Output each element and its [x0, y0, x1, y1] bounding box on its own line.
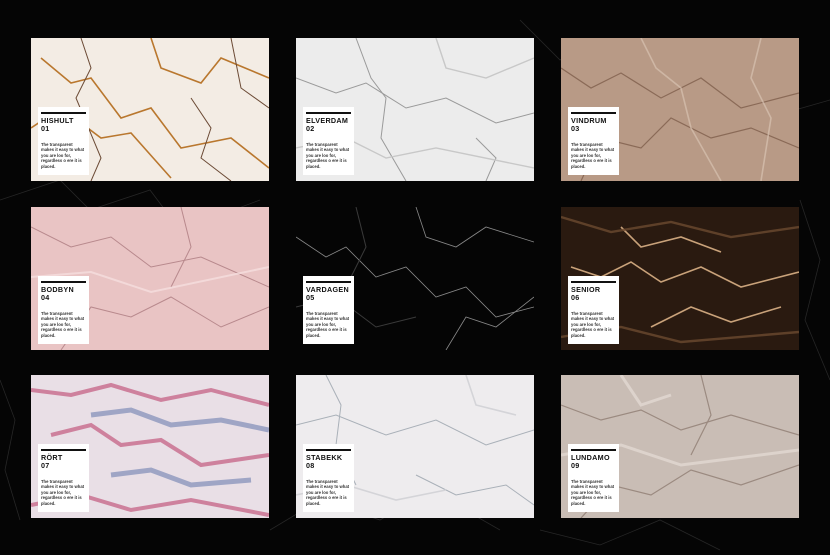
swatch-number: 06 — [571, 293, 580, 302]
label-bar — [571, 281, 616, 283]
swatch-description: The transparent makes it easy to what yo… — [306, 311, 350, 338]
swatch-description: The transparent makes it easy to what yo… — [41, 142, 85, 169]
label-bar — [306, 449, 351, 451]
swatch-number: 03 — [571, 124, 580, 133]
swatch-description: The transparent makes it easy to what yo… — [571, 311, 615, 338]
label-bar — [41, 281, 86, 283]
swatch-label-card: SENIOR 06 The transparent makes it easy … — [568, 276, 619, 344]
label-bar — [571, 449, 616, 451]
swatch-number: 08 — [306, 461, 315, 470]
swatch-tile-elverdam[interactable]: ELVERDAM 02 The transparent makes it eas… — [296, 38, 534, 181]
swatch-label-card: VINDRUM 03 The transparent makes it easy… — [568, 107, 619, 175]
swatch-number: 02 — [306, 124, 315, 133]
swatch-label-card: ELVERDAM 02 The transparent makes it eas… — [303, 107, 354, 175]
swatch-tile-vindrum[interactable]: VINDRUM 03 The transparent makes it easy… — [561, 38, 799, 181]
swatch-label-card: STABEKK 08 The transparent makes it easy… — [303, 444, 354, 512]
swatch-label-card: LUNDAMO 09 The transparent makes it easy… — [568, 444, 619, 512]
swatch-label-card: VARDAGEN 05 The transparent makes it eas… — [303, 276, 354, 344]
swatch-number: 09 — [571, 461, 580, 470]
swatch-tile-stabekk[interactable]: STABEKK 08 The transparent makes it easy… — [296, 375, 534, 518]
swatch-grid: HISHULT 01 The transparent makes it easy… — [0, 0, 830, 555]
swatch-description: The transparent makes it easy to what yo… — [41, 311, 85, 338]
swatch-tile-hishult[interactable]: HISHULT 01 The transparent makes it easy… — [31, 38, 269, 181]
swatch-tile-lundamo[interactable]: LUNDAMO 09 The transparent makes it easy… — [561, 375, 799, 518]
label-bar — [306, 112, 351, 114]
swatch-description: The transparent makes it easy to what yo… — [41, 479, 85, 506]
label-bar — [571, 112, 616, 114]
swatch-description: The transparent makes it easy to what yo… — [571, 479, 615, 506]
swatch-tile-vardagen[interactable]: VARDAGEN 05 The transparent makes it eas… — [296, 207, 534, 350]
swatch-tile-rort[interactable]: RÖRT 07 The transparent makes it easy to… — [31, 375, 269, 518]
swatch-tile-bodbyn[interactable]: BODBYN 04 The transparent makes it easy … — [31, 207, 269, 350]
swatch-number: 01 — [41, 124, 50, 133]
swatch-tile-senior[interactable]: SENIOR 06 The transparent makes it easy … — [561, 207, 799, 350]
swatch-number: 05 — [306, 293, 315, 302]
swatch-label-card: BODBYN 04 The transparent makes it easy … — [38, 276, 89, 344]
swatch-description: The transparent makes it easy to what yo… — [306, 479, 350, 506]
label-bar — [306, 281, 351, 283]
swatch-description: The transparent makes it easy to what yo… — [571, 142, 615, 169]
swatch-label-card: RÖRT 07 The transparent makes it easy to… — [38, 444, 89, 512]
swatch-number: 07 — [41, 461, 50, 470]
swatch-number: 04 — [41, 293, 50, 302]
label-bar — [41, 449, 86, 451]
label-bar — [41, 112, 86, 114]
swatch-description: The transparent makes it easy to what yo… — [306, 142, 350, 169]
swatch-label-card: HISHULT 01 The transparent makes it easy… — [38, 107, 89, 175]
